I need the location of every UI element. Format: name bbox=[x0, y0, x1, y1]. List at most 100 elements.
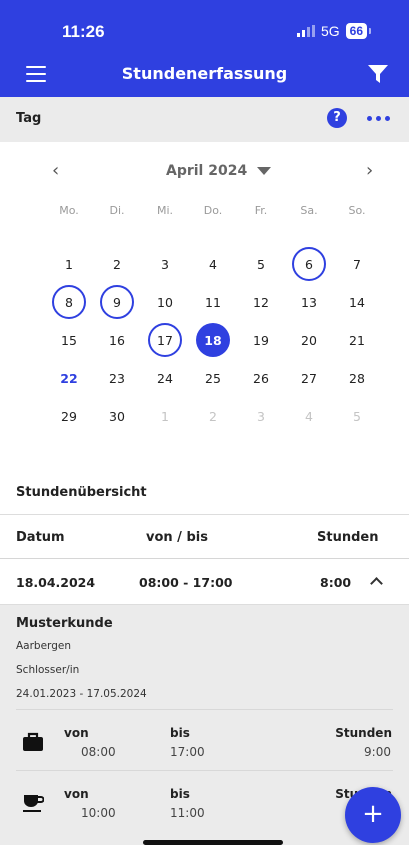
caret-down-icon bbox=[257, 167, 272, 175]
calendar-day-label: 14 bbox=[349, 294, 365, 310]
table-row[interactable]: 18.04.2024 08:00 - 17:00 8:00 bbox=[0, 559, 409, 605]
calendar-day[interactable]: 25 bbox=[189, 359, 237, 397]
calendar-day-label: 18 bbox=[196, 323, 230, 357]
calendar-day[interactable]: 30 bbox=[93, 397, 141, 435]
home-indicator bbox=[143, 840, 283, 845]
question-mark-icon[interactable]: ? bbox=[327, 108, 347, 128]
calendar-day-label: 2 bbox=[113, 256, 121, 272]
von-label: von bbox=[64, 726, 89, 740]
add-entry-button[interactable]: + bbox=[345, 787, 401, 843]
app-bar: 11:26 5G 66 Stundenerfassung bbox=[0, 0, 409, 97]
calendar-day[interactable]: 21 bbox=[333, 321, 381, 359]
hours-label: Stunden bbox=[335, 726, 392, 740]
calendar-day[interactable]: 22 bbox=[45, 359, 93, 397]
calendar-day[interactable]: 27 bbox=[285, 359, 333, 397]
calendar-day[interactable]: 10 bbox=[141, 283, 189, 321]
calendar-day-label: 4 bbox=[209, 256, 217, 272]
calendar-day[interactable]: 4 bbox=[189, 245, 237, 283]
calendar-day-label: 8 bbox=[52, 285, 86, 319]
calendar-day-label: 16 bbox=[109, 332, 125, 348]
calendar-day-label: 11 bbox=[205, 294, 221, 310]
calendar-navigation: ‹ April 2024 › bbox=[0, 160, 409, 184]
calendar-day-label: 5 bbox=[257, 256, 265, 272]
weekday-label: Di. bbox=[109, 204, 125, 217]
chevron-right-icon[interactable]: › bbox=[366, 160, 373, 181]
coffee-cup-icon bbox=[23, 795, 44, 812]
entry-range: 08:00 - 17:00 bbox=[139, 575, 233, 590]
calendar-day[interactable]: 13 bbox=[285, 283, 333, 321]
calendar-day[interactable]: 20 bbox=[285, 321, 333, 359]
calendar-day[interactable]: 2 bbox=[93, 245, 141, 283]
von-value: 08:00 bbox=[81, 745, 116, 759]
von-label: von bbox=[64, 787, 89, 801]
more-dots-icon[interactable] bbox=[367, 110, 391, 126]
calendar-day[interactable]: 29 bbox=[45, 397, 93, 435]
weekday-label: Fr. bbox=[254, 204, 268, 217]
filter-funnel-icon[interactable] bbox=[367, 64, 389, 84]
calendar-day-label: 15 bbox=[61, 332, 77, 348]
calendar-day[interactable]: 28 bbox=[333, 359, 381, 397]
calendar-day: 3 bbox=[237, 397, 285, 435]
calendar-day[interactable]: 5 bbox=[237, 245, 285, 283]
calendar-day-label: 2 bbox=[209, 408, 217, 424]
calendar-day-label: 27 bbox=[301, 370, 317, 386]
calendar-day[interactable]: 3 bbox=[141, 245, 189, 283]
calendar-day[interactable]: 24 bbox=[141, 359, 189, 397]
calendar-day[interactable]: 16 bbox=[93, 321, 141, 359]
chevron-left-icon[interactable]: ‹ bbox=[52, 160, 59, 181]
column-header-range: von / bis bbox=[146, 530, 208, 545]
battery-icon: 66 bbox=[345, 23, 372, 39]
calendar-day[interactable]: 7 bbox=[333, 245, 381, 283]
month-selector[interactable]: April 2024 bbox=[166, 163, 272, 179]
weekday-label: Do. bbox=[203, 204, 223, 217]
calendar-day-label: 25 bbox=[205, 370, 221, 386]
calendar-day[interactable]: 17 bbox=[141, 321, 189, 359]
signal-icon bbox=[296, 25, 315, 37]
weekday-header: Mo. Di. Mi. Do. Fr. Sa. So. bbox=[45, 204, 381, 217]
calendar-day-label: 3 bbox=[257, 408, 265, 424]
calendar-day: 5 bbox=[333, 397, 381, 435]
calendar-day-label: 1 bbox=[65, 256, 73, 272]
calendar-day-label: 7 bbox=[353, 256, 361, 272]
calendar-day[interactable]: 15 bbox=[45, 321, 93, 359]
calendar-day-label: 5 bbox=[353, 408, 361, 424]
section-title: Stundenübersicht bbox=[16, 485, 147, 500]
calendar-day-label: 20 bbox=[301, 332, 317, 348]
calendar-day-label: 4 bbox=[305, 408, 313, 424]
calendar-day[interactable]: 18 bbox=[189, 321, 237, 359]
status-indicators: 5G 66 bbox=[296, 23, 372, 39]
calendar-day-label: 13 bbox=[301, 294, 317, 310]
calendar-day[interactable]: 19 bbox=[237, 321, 285, 359]
job-role: Schlosser/in bbox=[16, 664, 80, 676]
calendar-day[interactable]: 26 bbox=[237, 359, 285, 397]
month-label: April 2024 bbox=[166, 163, 248, 179]
chevron-up-icon[interactable] bbox=[370, 577, 383, 590]
calendar-day[interactable]: 9 bbox=[93, 283, 141, 321]
calendar-day[interactable]: 14 bbox=[333, 283, 381, 321]
calendar-day-label: 30 bbox=[109, 408, 125, 424]
calendar-day[interactable]: 12 bbox=[237, 283, 285, 321]
calendar-day[interactable]: 8 bbox=[45, 283, 93, 321]
weekday-label: Mi. bbox=[156, 204, 174, 217]
calendar-day[interactable]: 11 bbox=[189, 283, 237, 321]
calendar-day-label: 26 bbox=[253, 370, 269, 386]
entry-date: 18.04.2024 bbox=[16, 575, 96, 590]
calendar-day[interactable]: 6 bbox=[285, 245, 333, 283]
calendar-day-label: 17 bbox=[148, 323, 182, 357]
calendar-day[interactable]: 23 bbox=[93, 359, 141, 397]
column-header-date: Datum bbox=[16, 530, 65, 545]
calendar-day-label: 9 bbox=[100, 285, 134, 319]
view-header: Tag ? bbox=[0, 97, 409, 142]
network-type: 5G bbox=[320, 23, 340, 39]
calendar-day-label: 22 bbox=[60, 370, 78, 386]
calendar-day-label: 6 bbox=[292, 247, 326, 281]
calendar-day: 1 bbox=[141, 397, 189, 435]
view-mode-label: Tag bbox=[16, 111, 42, 126]
bis-value: 11:00 bbox=[170, 806, 205, 820]
calendar-day-label: 28 bbox=[349, 370, 365, 386]
page-title: Stundenerfassung bbox=[121, 64, 288, 83]
weekday-label: Mo. bbox=[59, 204, 79, 217]
bis-label: bis bbox=[170, 726, 190, 740]
calendar-day[interactable]: 1 bbox=[45, 245, 93, 283]
customer-name: Musterkunde bbox=[16, 616, 113, 631]
